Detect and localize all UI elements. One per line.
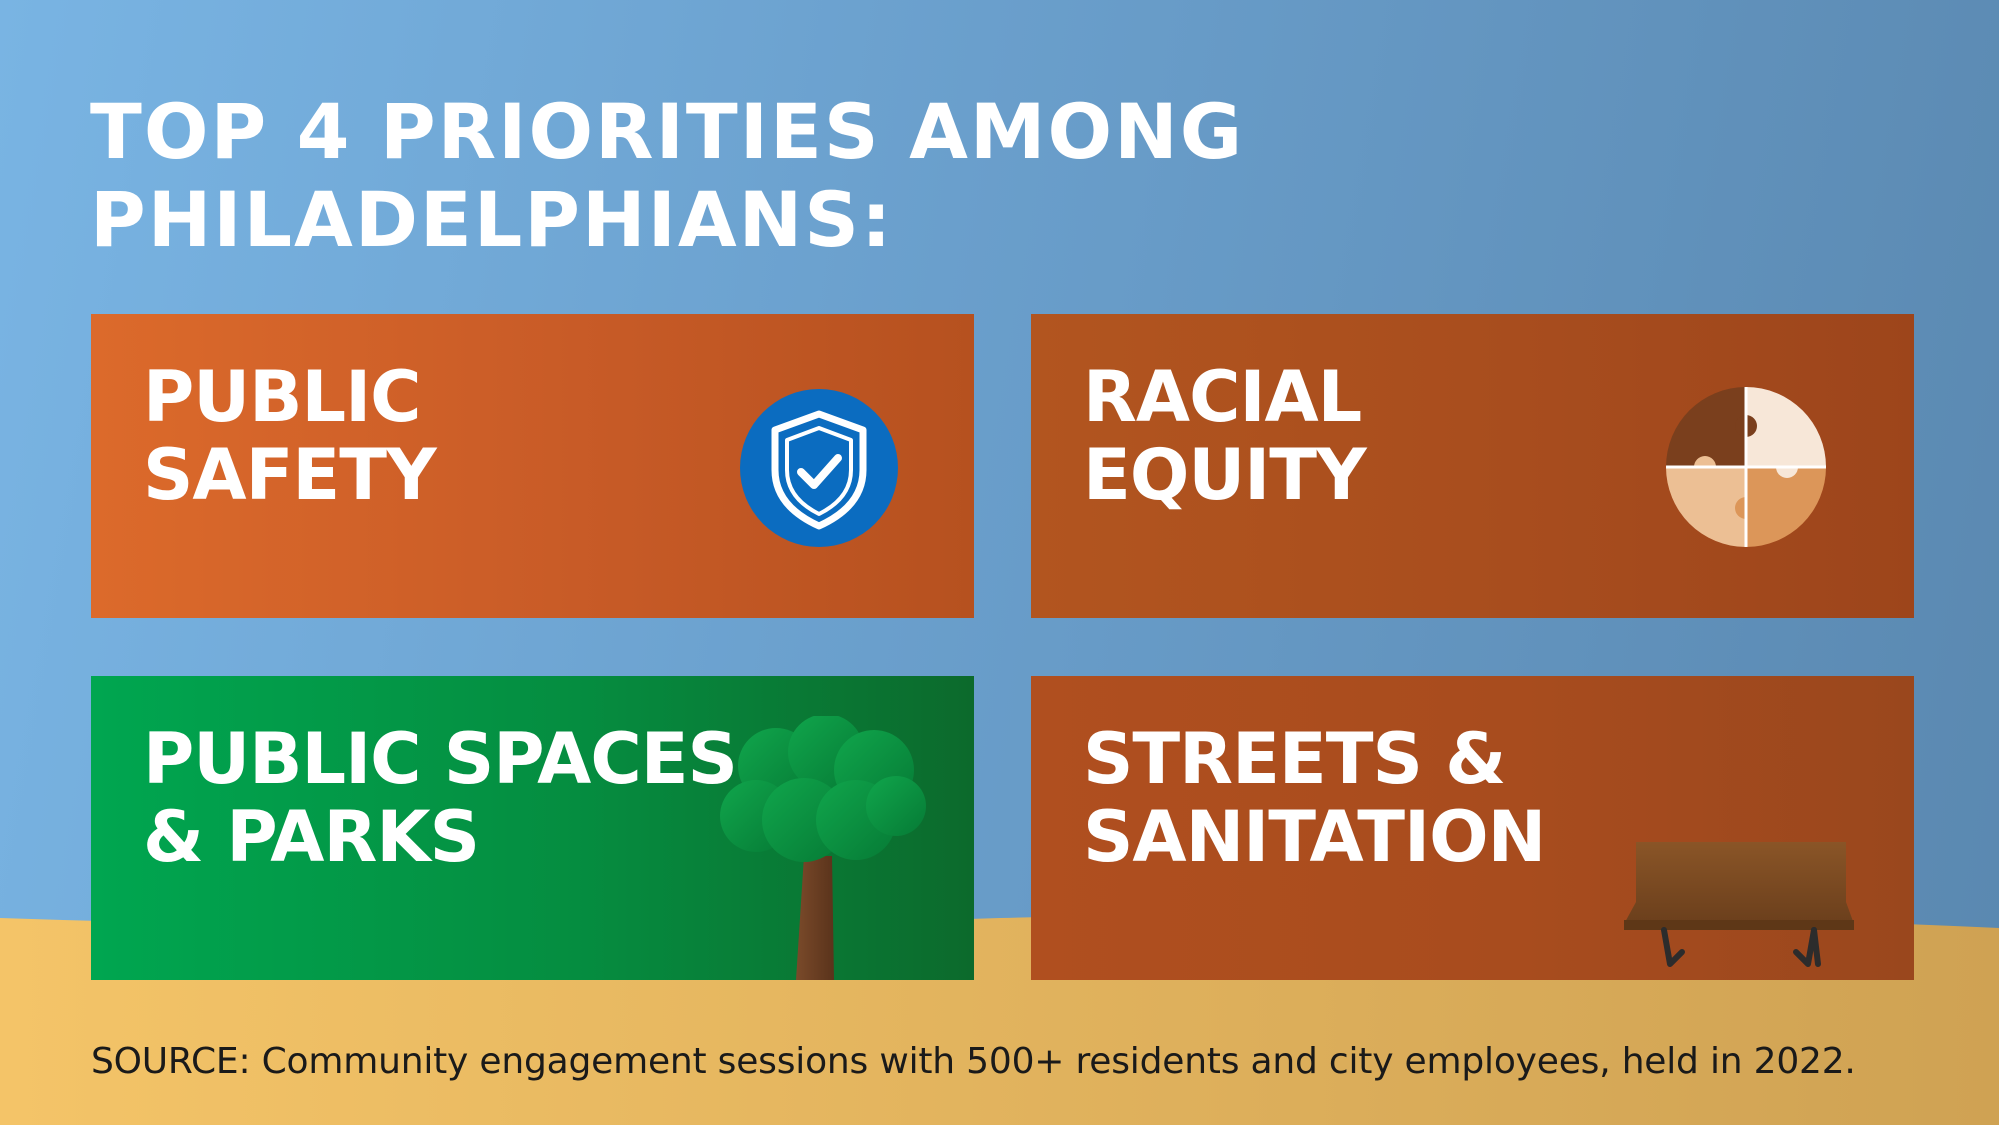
infographic-canvas: TOP 4 PRIORITIES AMONG PHILADELPHIANS: P… (0, 0, 1999, 1125)
priority-label: RACIAL EQUITY (1083, 356, 1367, 516)
priority-card-streets-sanitation: STREETS & SANITATION (1031, 676, 1914, 980)
priority-label: PUBLIC SAFETY (143, 356, 437, 516)
priority-label-line-1: PUBLIC (143, 356, 422, 438)
shield-check-icon (740, 389, 898, 547)
title-line-2: PHILADELPHIANS: (90, 175, 894, 264)
priority-label-line-2: SANITATION (1083, 796, 1546, 878)
priority-card-public-safety: PUBLIC SAFETY (91, 314, 974, 618)
priority-label-line-2: EQUITY (1083, 434, 1367, 516)
source-note: SOURCE: Community engagement sessions wi… (91, 1041, 1856, 1082)
priority-label-line-1: PUBLIC SPACES (143, 718, 738, 800)
priority-label-line-1: STREETS & (1083, 718, 1506, 800)
priority-label-line-2: SAFETY (143, 434, 437, 516)
tree-icon (720, 716, 926, 980)
priority-label: STREETS & SANITATION (1083, 718, 1546, 878)
priority-label-line-1: RACIAL (1083, 356, 1362, 438)
page-title: TOP 4 PRIORITIES AMONG PHILADELPHIANS: (90, 88, 1390, 264)
priority-label-line-2: & PARKS (143, 796, 480, 878)
priority-card-public-spaces-parks: PUBLIC SPACES & PARKS (91, 676, 974, 980)
priority-label: PUBLIC SPACES & PARKS (143, 718, 738, 878)
puzzle-icon (1666, 387, 1826, 547)
title-line-1: TOP 4 PRIORITIES AMONG (90, 87, 1245, 176)
priority-card-racial-equity: RACIAL EQUITY (1031, 314, 1914, 618)
bench-icon (1624, 842, 1854, 967)
